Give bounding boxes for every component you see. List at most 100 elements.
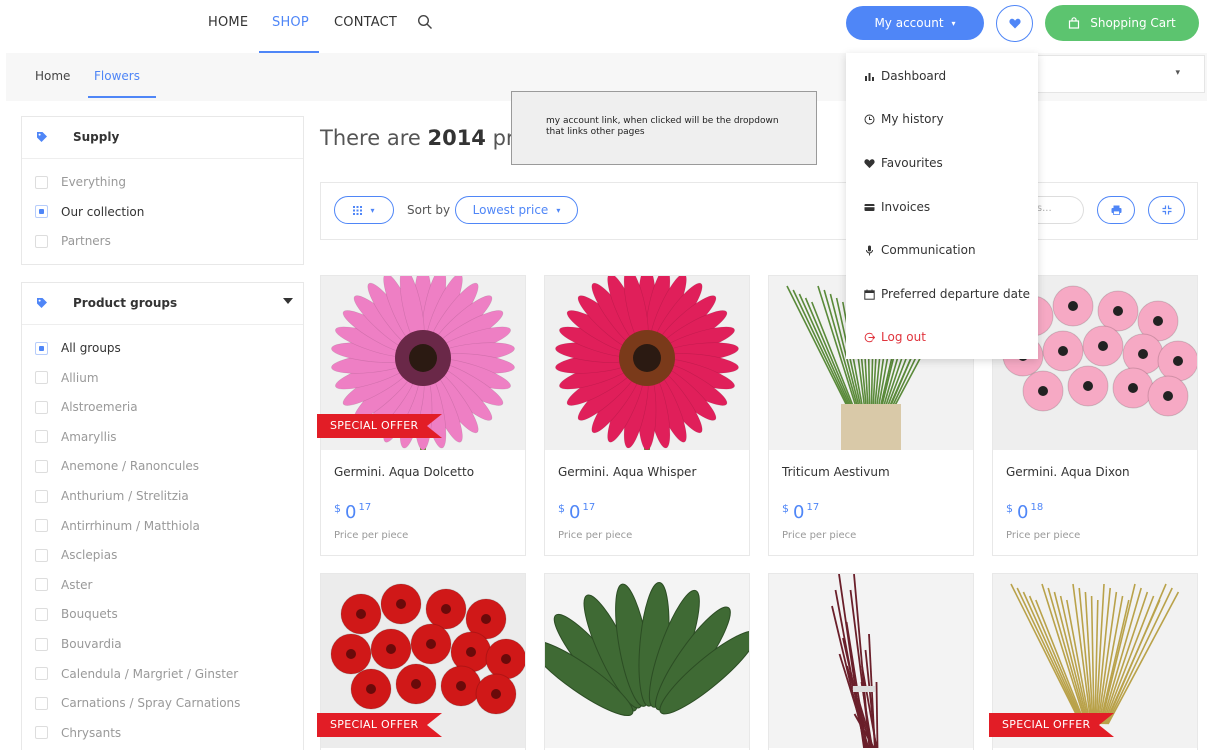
filter-option[interactable]: Calendula / Margriet / Ginster bbox=[35, 667, 238, 681]
product-card[interactable] bbox=[768, 573, 974, 750]
product-groups-panel: Product groups All groups Allium Alstroeme… bbox=[21, 282, 304, 750]
filter-checkbox[interactable] bbox=[35, 205, 48, 219]
filter-select[interactable]: ▾ bbox=[1037, 55, 1205, 93]
filter-option[interactable]: Anthurium / Strelitzia bbox=[35, 489, 189, 503]
filter-option[interactable]: Everything bbox=[35, 175, 126, 189]
menu-item-label: Dashboard bbox=[881, 69, 947, 83]
menu-item-favourites[interactable]: Favourites bbox=[864, 156, 943, 170]
filter-checkbox[interactable] bbox=[35, 726, 48, 740]
filter-option[interactable]: Bouquets bbox=[35, 607, 118, 621]
product-image[interactable] bbox=[545, 276, 749, 450]
menu-item-label: Communication bbox=[881, 243, 976, 257]
price-main: 0 bbox=[1017, 502, 1029, 523]
sort-by-label: Sort by bbox=[407, 203, 451, 217]
results-headline: There are 2014 pro bbox=[320, 126, 527, 150]
filter-option-label: Antirrhinum / Matthiola bbox=[61, 518, 200, 533]
filter-option[interactable]: All groups bbox=[35, 341, 121, 355]
filter-option[interactable]: Amaryllis bbox=[35, 430, 117, 444]
search-icon[interactable] bbox=[417, 14, 433, 30]
menu-item-dashboard[interactable]: Dashboard bbox=[864, 69, 946, 83]
shopping-cart-button[interactable]: Shopping Cart bbox=[1045, 5, 1199, 41]
product-price: $0 18 bbox=[1006, 502, 1043, 523]
filter-option[interactable]: Aster bbox=[35, 578, 92, 592]
nav-shop[interactable]: SHOP bbox=[272, 15, 309, 30]
filter-checkbox[interactable] bbox=[35, 430, 48, 444]
price-note: Price per piece bbox=[1006, 530, 1081, 541]
special-offer-badge: SPECIAL OFFER bbox=[989, 713, 1114, 737]
filter-option[interactable]: Alstroemeria bbox=[35, 400, 138, 414]
filter-option[interactable]: Chrysants bbox=[35, 726, 121, 740]
supply-filter-panel: Supply Everything Our collection Partners bbox=[21, 116, 304, 265]
filter-checkbox[interactable] bbox=[35, 696, 48, 710]
shopping-bag-icon bbox=[1069, 17, 1080, 29]
compress-icon bbox=[1162, 205, 1171, 215]
product-price: $0 17 bbox=[782, 502, 819, 523]
filter-checkbox[interactable] bbox=[35, 637, 48, 651]
heart-icon bbox=[1008, 18, 1021, 29]
product-name[interactable]: Germini. Aqua Whisper bbox=[558, 465, 696, 479]
logout-icon bbox=[864, 332, 875, 342]
product-card[interactable] bbox=[544, 573, 750, 750]
microphone-icon bbox=[866, 245, 873, 255]
nav-contact[interactable]: CONTACT bbox=[334, 15, 397, 30]
caret-down-icon[interactable] bbox=[283, 298, 293, 304]
nav-home[interactable]: HOME bbox=[208, 15, 248, 30]
annotation-line: my account link, when clicked will be th… bbox=[546, 116, 779, 126]
filter-checkbox[interactable] bbox=[35, 489, 48, 503]
product-price: $0 17 bbox=[334, 502, 371, 523]
filter-checkbox[interactable] bbox=[35, 371, 48, 385]
filter-option-label: Alstroemeria bbox=[61, 400, 138, 415]
product-photo bbox=[545, 276, 749, 450]
menu-item-departure-date[interactable]: Preferred departure date bbox=[864, 287, 1030, 301]
filter-option[interactable]: Asclepias bbox=[35, 548, 117, 562]
filter-checkbox[interactable] bbox=[35, 548, 48, 562]
filter-checkbox[interactable] bbox=[35, 578, 48, 592]
my-account-button[interactable]: My account ▾ bbox=[846, 6, 984, 40]
filter-option[interactable]: Anemone / Ranoncules bbox=[35, 459, 199, 473]
filter-option[interactable]: Bouvardia bbox=[35, 637, 122, 651]
menu-item-communication[interactable]: Communication bbox=[864, 243, 976, 257]
filter-checkbox[interactable] bbox=[35, 341, 48, 355]
product-card[interactable]: Germini. Aqua Whisper $0 17 Price per piece bbox=[544, 275, 750, 556]
breadcrumb-home[interactable]: Home bbox=[35, 69, 70, 83]
filter-option-label: Calendula / Margriet / Ginster bbox=[61, 666, 239, 681]
filter-checkbox[interactable] bbox=[35, 175, 48, 189]
product-name[interactable]: Germini. Aqua Dolcetto bbox=[334, 465, 474, 479]
menu-item-invoices[interactable]: Invoices bbox=[864, 200, 930, 214]
price-cents: 17 bbox=[582, 502, 596, 513]
fullscreen-button[interactable] bbox=[1148, 196, 1185, 224]
filter-option[interactable]: Allium bbox=[35, 371, 99, 385]
product-name[interactable]: Triticum Aestivum bbox=[782, 465, 890, 479]
filter-option-label: Our collection bbox=[61, 204, 145, 219]
sort-select[interactable]: Lowest price ▾ bbox=[455, 196, 578, 224]
product-price: $0 17 bbox=[558, 502, 595, 523]
product-name[interactable]: Germini. Aqua Dixon bbox=[1006, 465, 1130, 479]
filter-option-label: Anthurium / Strelitzia bbox=[61, 489, 189, 503]
filter-checkbox[interactable] bbox=[35, 234, 48, 248]
favourites-button[interactable] bbox=[996, 5, 1033, 42]
special-offer-badge: SPECIAL OFFER bbox=[317, 713, 442, 737]
price-note: Price per piece bbox=[334, 530, 409, 541]
price-cents: 18 bbox=[1030, 502, 1044, 513]
product-image[interactable] bbox=[769, 574, 973, 748]
filter-checkbox[interactable] bbox=[35, 459, 48, 473]
menu-item-logout[interactable]: Log out bbox=[864, 330, 926, 344]
product-groups-header[interactable]: Product groups bbox=[22, 283, 303, 325]
product-image[interactable] bbox=[545, 574, 749, 748]
filter-option[interactable]: Antirrhinum / Matthiola bbox=[35, 519, 200, 533]
print-button[interactable] bbox=[1097, 196, 1135, 224]
menu-item-history[interactable]: My history bbox=[864, 112, 944, 126]
view-mode-dropdown[interactable]: ▾ bbox=[334, 196, 394, 224]
breadcrumb-flowers[interactable]: Flowers bbox=[94, 69, 140, 83]
price-cents: 17 bbox=[358, 502, 372, 513]
supply-panel-title: Supply bbox=[73, 130, 120, 144]
filter-checkbox[interactable] bbox=[35, 400, 48, 414]
filter-option[interactable]: Partners bbox=[35, 234, 111, 248]
filter-checkbox[interactable] bbox=[35, 519, 48, 533]
filter-option-label: Amaryllis bbox=[61, 429, 117, 444]
filter-option[interactable]: Our collection bbox=[35, 205, 144, 219]
filter-checkbox[interactable] bbox=[35, 607, 48, 621]
filter-checkbox[interactable] bbox=[35, 667, 48, 681]
filter-option[interactable]: Carnations / Spray Carnations bbox=[35, 696, 240, 710]
filter-option-label: Partners bbox=[61, 234, 111, 249]
